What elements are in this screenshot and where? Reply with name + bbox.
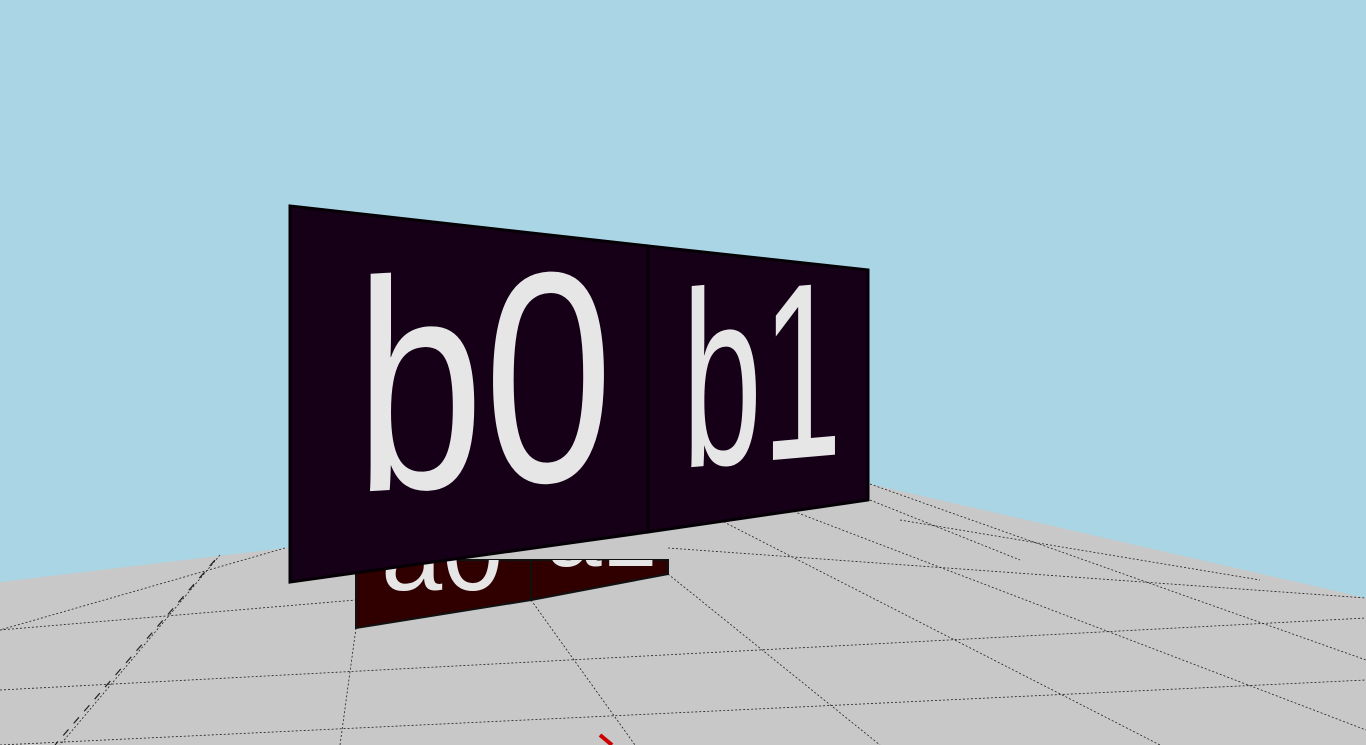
- game-viewport[interactable]: a0 a1 b0 b1: [0, 0, 1366, 745]
- panel-b0[interactable]: b0: [288, 204, 650, 584]
- panel-b0-label: b0: [355, 206, 613, 556]
- panel-b1-label: b1: [682, 228, 842, 521]
- panel-b1[interactable]: b1: [646, 228, 870, 534]
